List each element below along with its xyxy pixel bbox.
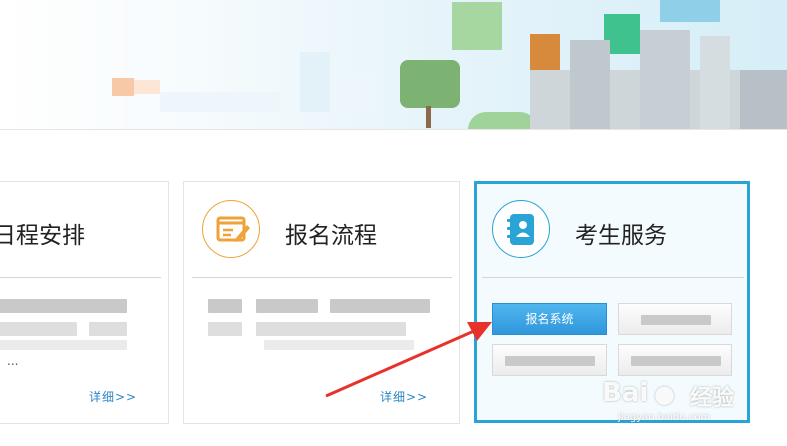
- banner-tree-canopy: [400, 60, 460, 108]
- banner-hill: [468, 112, 538, 130]
- form-pen-icon: [202, 200, 260, 258]
- blurred-text: [330, 299, 430, 313]
- baidu-jingyan-watermark: Bai ● 经验 jingyan.baidu.com: [598, 378, 768, 426]
- banner-city: [700, 36, 730, 130]
- banner-cloud-block: [134, 80, 160, 94]
- blurred-text: [0, 299, 127, 313]
- registration-system-button[interactable]: 报名系统: [492, 303, 607, 335]
- card-title: 日程安排: [0, 223, 85, 249]
- card-divider: [0, 277, 161, 278]
- header-banner: [0, 0, 787, 130]
- banner-building: [300, 52, 330, 112]
- service-button[interactable]: [492, 344, 607, 376]
- blurred-text: [256, 299, 318, 313]
- more-link[interactable]: 详细>>: [380, 388, 428, 405]
- banner-city: [640, 30, 690, 130]
- card-title: 报名流程: [285, 223, 377, 249]
- card-registration-process: 报名流程 详细>>: [183, 181, 460, 424]
- service-button[interactable]: [618, 344, 732, 376]
- button-label: 报名系统: [525, 312, 574, 326]
- blurred-text: [631, 356, 721, 366]
- blurred-text: [208, 322, 242, 336]
- blurred-text: [264, 340, 414, 350]
- more-link[interactable]: 详细>>: [89, 388, 137, 405]
- banner-tree-canopy: [452, 2, 502, 50]
- card-divider: [482, 277, 744, 278]
- banner-building: [336, 70, 376, 114]
- banner-city: [570, 40, 610, 130]
- card-title: 考生服务: [575, 223, 667, 249]
- banner-city: [740, 70, 787, 130]
- banner-tree-trunk: [426, 106, 431, 128]
- watermark-brand-cn: 经验: [690, 386, 735, 411]
- card-schedule: 日程安排 ... 详细>>: [0, 181, 169, 424]
- paw-icon: ●: [654, 380, 675, 408]
- blurred-text: [641, 315, 711, 325]
- banner-building: [660, 0, 720, 22]
- banner-balloon: [530, 34, 560, 70]
- watermark-brand: Bai: [602, 378, 649, 408]
- watermark-url: jingyan.baidu.com: [618, 412, 711, 423]
- banner-haze-block: [160, 92, 280, 112]
- blurred-text: [0, 322, 77, 336]
- blurred-text: [256, 322, 406, 336]
- service-button[interactable]: [618, 303, 732, 335]
- card-divider: [192, 277, 452, 278]
- blurred-text: [505, 356, 595, 366]
- banner-divider: [0, 129, 787, 130]
- ellipsis-text: ...: [7, 354, 19, 368]
- contact-book-icon: [492, 200, 550, 258]
- blurred-text: [208, 299, 242, 313]
- blurred-text: [0, 340, 127, 350]
- banner-cloud-block: [112, 78, 134, 96]
- blurred-text: [89, 322, 127, 336]
